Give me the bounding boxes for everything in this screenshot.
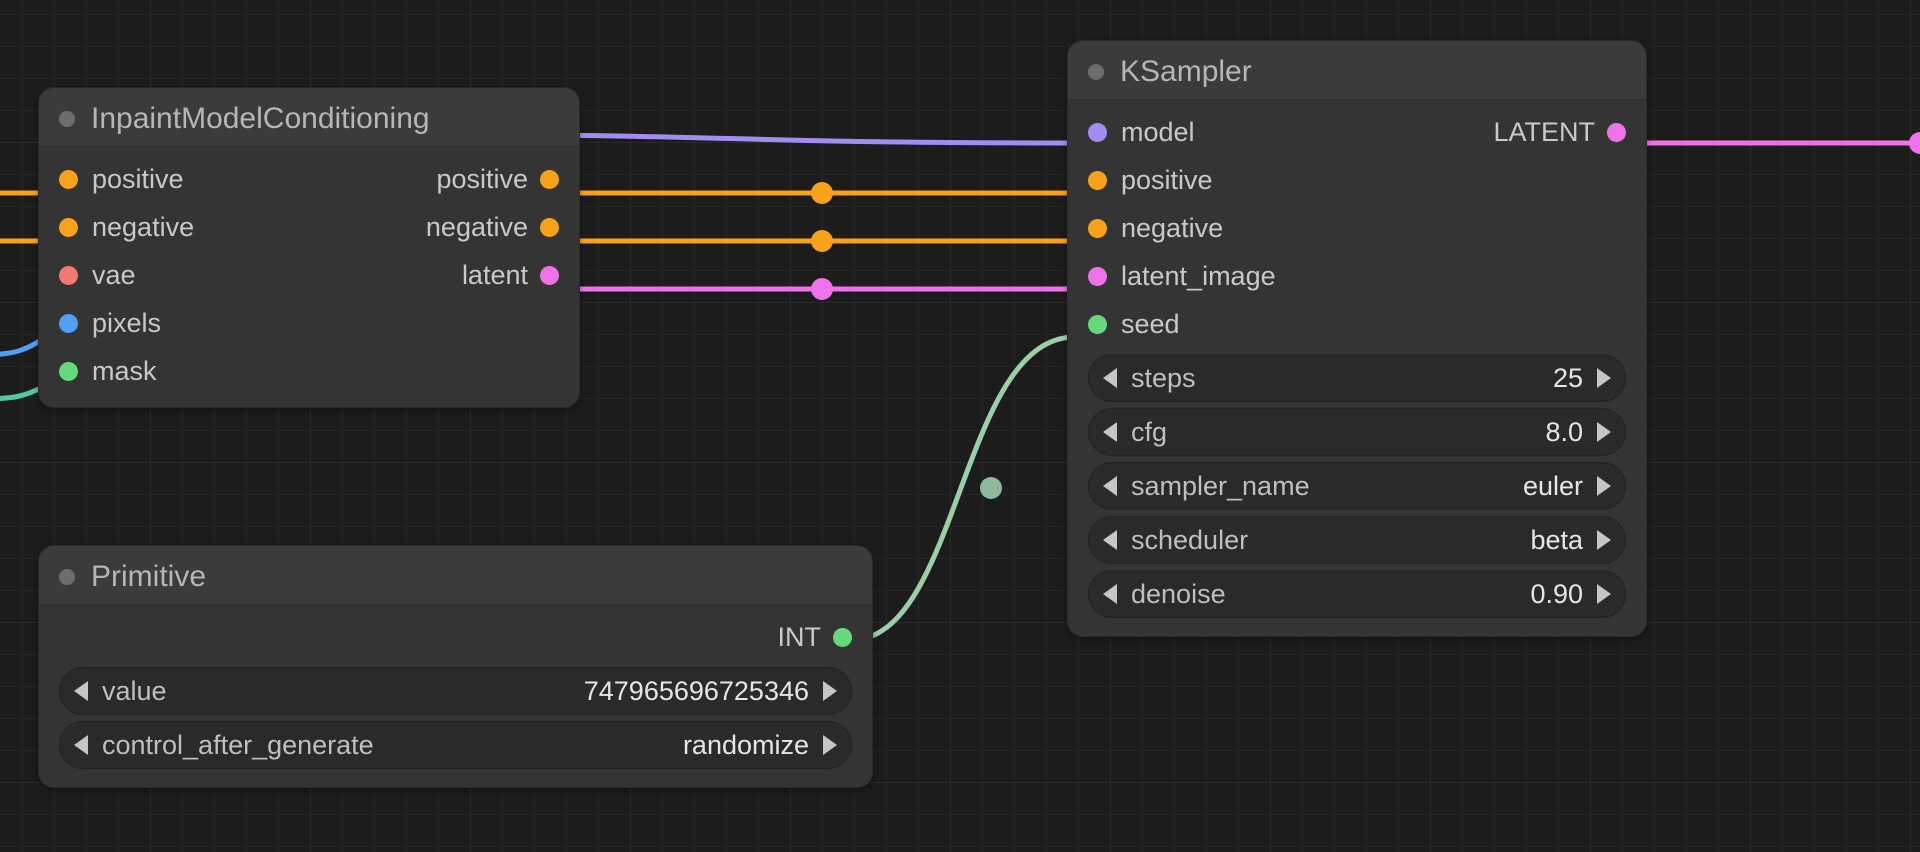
- widget-label: scheduler: [1131, 525, 1248, 556]
- input-negative[interactable]: negative: [1088, 213, 1223, 244]
- input-mask[interactable]: mask: [59, 356, 157, 387]
- output-negative[interactable]: negative: [426, 212, 559, 243]
- widget-label: denoise: [1131, 579, 1226, 610]
- input-label: seed: [1121, 309, 1180, 340]
- port-icon[interactable]: [540, 218, 559, 237]
- widget-value[interactable]: 25: [1210, 363, 1583, 394]
- input-label: model: [1121, 117, 1195, 148]
- widget-value[interactable]: value 747965696725346: [59, 667, 852, 715]
- chevron-right-icon[interactable]: [1597, 530, 1611, 550]
- node-title: Primitive: [91, 560, 206, 594]
- collapse-dot-icon[interactable]: [59, 569, 75, 585]
- input-positive[interactable]: positive: [59, 164, 184, 195]
- widget-cfg[interactable]: cfg 8.0: [1088, 408, 1626, 456]
- port-icon[interactable]: [1088, 171, 1107, 190]
- input-label: mask: [92, 356, 157, 387]
- widget-label: sampler_name: [1131, 471, 1310, 502]
- port-icon[interactable]: [59, 218, 78, 237]
- output-label: negative: [426, 212, 528, 243]
- input-latent-image[interactable]: latent_image: [1088, 261, 1276, 292]
- input-label: positive: [1121, 165, 1213, 196]
- widget-label: steps: [1131, 363, 1196, 394]
- port-icon[interactable]: [540, 266, 559, 285]
- input-model[interactable]: model: [1088, 117, 1195, 148]
- output-latent[interactable]: latent: [462, 260, 559, 291]
- port-icon[interactable]: [59, 170, 78, 189]
- input-pixels[interactable]: pixels: [59, 308, 161, 339]
- widget-steps[interactable]: steps 25: [1088, 354, 1626, 402]
- chevron-right-icon[interactable]: [823, 681, 837, 701]
- widget-value[interactable]: 747965696725346: [181, 676, 809, 707]
- port-icon[interactable]: [540, 170, 559, 189]
- widget-label: cfg: [1131, 417, 1167, 448]
- widget-value[interactable]: 0.90: [1240, 579, 1583, 610]
- input-label: vae: [92, 260, 136, 291]
- port-icon[interactable]: [59, 314, 78, 333]
- collapse-dot-icon[interactable]: [1088, 64, 1104, 80]
- collapse-dot-icon[interactable]: [59, 111, 75, 127]
- widget-scheduler[interactable]: scheduler beta: [1088, 516, 1626, 564]
- node-title: InpaintModelConditioning: [91, 102, 430, 136]
- input-vae[interactable]: vae: [59, 260, 136, 291]
- input-label: negative: [92, 212, 194, 243]
- widget-denoise[interactable]: denoise 0.90: [1088, 570, 1626, 618]
- widget-value[interactable]: euler: [1324, 471, 1583, 502]
- input-label: positive: [92, 164, 184, 195]
- port-icon[interactable]: [1088, 315, 1107, 334]
- port-icon[interactable]: [833, 628, 852, 647]
- chevron-right-icon[interactable]: [1597, 368, 1611, 388]
- node-primitive[interactable]: Primitive INT value 747965696725346 cont…: [38, 545, 873, 788]
- chevron-right-icon[interactable]: [1597, 584, 1611, 604]
- chevron-left-icon[interactable]: [1103, 368, 1117, 388]
- node-inpaint-model-conditioning[interactable]: InpaintModelConditioning positive positi…: [38, 87, 580, 408]
- widget-value[interactable]: 8.0: [1181, 417, 1583, 448]
- chevron-right-icon[interactable]: [1597, 422, 1611, 442]
- node-header[interactable]: InpaintModelConditioning: [39, 88, 579, 147]
- node-header[interactable]: KSampler: [1068, 41, 1646, 100]
- widget-value[interactable]: beta: [1262, 525, 1583, 556]
- widget-control-after-generate[interactable]: control_after_generate randomize: [59, 721, 852, 769]
- input-label: latent_image: [1121, 261, 1276, 292]
- output-label: INT: [778, 622, 822, 653]
- output-int[interactable]: INT: [59, 622, 852, 653]
- input-negative[interactable]: negative: [59, 212, 194, 243]
- output-latent[interactable]: LATENT: [1493, 117, 1626, 148]
- input-label: pixels: [92, 308, 161, 339]
- chevron-left-icon[interactable]: [74, 735, 88, 755]
- port-icon[interactable]: [59, 266, 78, 285]
- widget-label: control_after_generate: [102, 730, 374, 761]
- input-positive[interactable]: positive: [1088, 165, 1213, 196]
- chevron-left-icon[interactable]: [1103, 584, 1117, 604]
- node-title: KSampler: [1120, 55, 1252, 89]
- widget-sampler-name[interactable]: sampler_name euler: [1088, 462, 1626, 510]
- port-icon[interactable]: [1088, 123, 1107, 142]
- chevron-left-icon[interactable]: [1103, 530, 1117, 550]
- output-label: positive: [436, 164, 528, 195]
- chevron-left-icon[interactable]: [1103, 422, 1117, 442]
- node-header[interactable]: Primitive: [39, 546, 872, 605]
- input-seed[interactable]: seed: [1088, 309, 1180, 340]
- output-positive[interactable]: positive: [436, 164, 559, 195]
- output-label: latent: [462, 260, 528, 291]
- input-label: negative: [1121, 213, 1223, 244]
- widget-label: value: [102, 676, 167, 707]
- chevron-right-icon[interactable]: [823, 735, 837, 755]
- port-icon[interactable]: [1088, 219, 1107, 238]
- port-icon[interactable]: [1607, 123, 1626, 142]
- chevron-left-icon[interactable]: [74, 681, 88, 701]
- port-icon[interactable]: [1088, 267, 1107, 286]
- node-ksampler[interactable]: KSampler model LATENT positive: [1067, 40, 1647, 637]
- chevron-left-icon[interactable]: [1103, 476, 1117, 496]
- output-label: LATENT: [1493, 117, 1595, 148]
- widget-value[interactable]: randomize: [388, 730, 809, 761]
- chevron-right-icon[interactable]: [1597, 476, 1611, 496]
- port-icon[interactable]: [59, 362, 78, 381]
